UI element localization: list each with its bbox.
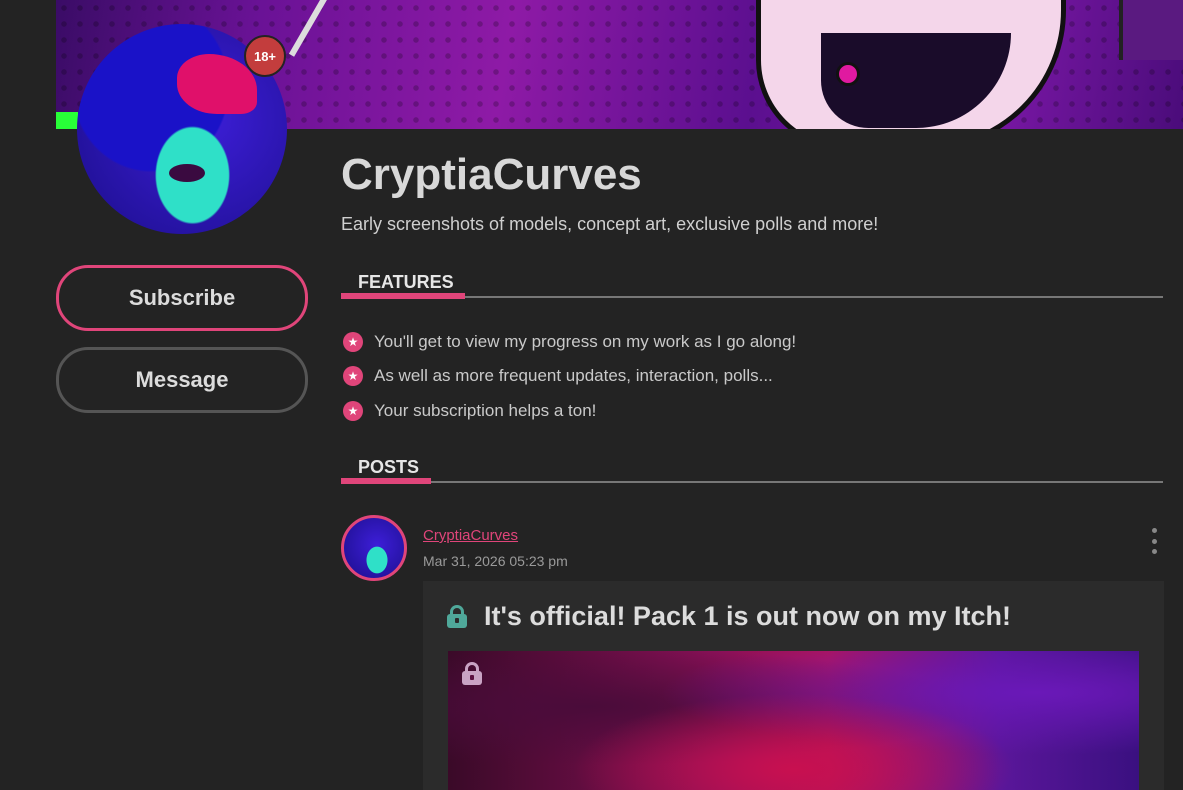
post-card[interactable]: It's official! Pack 1 is out now on my I…: [423, 581, 1164, 790]
feature-item-text: You'll get to view my progress on my wor…: [374, 332, 797, 351]
age-badge: 18+: [244, 35, 286, 77]
features-heading-label: FEATURES: [358, 272, 454, 292]
feature-item: ★ Your subscription helps a ton!: [343, 401, 596, 421]
star-icon: ★: [343, 366, 363, 386]
creator-tagline: Early screenshots of models, concept art…: [341, 214, 879, 234]
subscribe-button[interactable]: Subscribe: [56, 265, 308, 331]
feature-item: ★ You'll get to view my progress on my w…: [343, 332, 796, 352]
features-heading: FEATURES: [341, 272, 1163, 299]
kebab-icon[interactable]: [1149, 528, 1159, 554]
lock-icon: [447, 605, 467, 628]
posts-heading-label: POSTS: [358, 457, 420, 477]
feature-item-text: As well as more frequent updates, intera…: [374, 366, 773, 385]
posts-heading: POSTS: [341, 457, 1163, 484]
feature-item: ★ As well as more frequent updates, inte…: [343, 366, 773, 386]
message-button[interactable]: Message: [56, 347, 308, 413]
lock-icon: [462, 662, 482, 685]
creator-name: CryptiaCurves: [341, 150, 642, 199]
post-media-locked[interactable]: [448, 651, 1139, 790]
post-title: It's official! Pack 1 is out now on my I…: [484, 601, 1012, 631]
post-author-link[interactable]: CryptiaCurves: [423, 527, 518, 544]
star-icon: ★: [343, 401, 363, 421]
star-icon: ★: [343, 332, 363, 352]
post-author-avatar[interactable]: [341, 515, 407, 581]
feature-item-text: Your subscription helps a ton!: [374, 401, 597, 420]
post-date: Mar 31, 2026 05:23 pm: [423, 553, 568, 569]
